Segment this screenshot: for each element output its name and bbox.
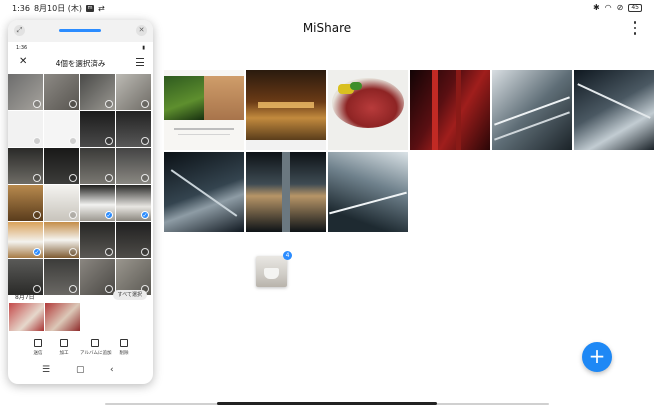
gallery-thumb[interactable] <box>8 185 43 221</box>
status-time: 1:36 <box>12 4 30 13</box>
gallery-thumb[interactable] <box>116 222 151 258</box>
share-icon <box>34 339 42 347</box>
gallery-thumb[interactable] <box>80 111 115 147</box>
photo-tile[interactable] <box>246 70 326 150</box>
gallery-grid: ✓ ✓ ✓ <box>8 74 153 303</box>
drag-thumbnail[interactable] <box>256 256 287 287</box>
select-checkbox-checked[interactable]: ✓ <box>105 211 113 219</box>
gallery-thumb[interactable] <box>80 148 115 184</box>
wifi-icon: ◠ <box>604 3 612 12</box>
gallery-thumb[interactable] <box>44 259 79 295</box>
add-button[interactable]: + <box>582 342 612 372</box>
photo-tile[interactable] <box>246 152 326 232</box>
expand-icon[interactable]: ⤢ <box>14 25 25 36</box>
drag-count-badge: 4 <box>283 251 292 260</box>
phone-nav-bar: ☰ ▢ ‹ <box>8 365 153 379</box>
floating-window-titlebar[interactable]: ⤢ ✕ <box>8 20 153 42</box>
phone-status-time: 1:36 <box>16 45 28 51</box>
edit-icon <box>60 339 68 347</box>
more-options-icon[interactable] <box>630 20 640 36</box>
photo-tile[interactable] <box>410 70 490 150</box>
gallery-thumb[interactable] <box>80 222 115 258</box>
bluetooth-icon: ✱ <box>592 3 600 12</box>
select-checkbox[interactable] <box>105 137 113 145</box>
floating-window[interactable]: ⤢ ✕ 1:36 ▮ ✕ 4個を選択済み ✓ ✓ ✓ 8月7日 すべて選択 送信… <box>8 20 153 384</box>
alarm-icon: ⊘ <box>616 3 624 12</box>
trash-icon <box>120 339 128 347</box>
gallery-thumb[interactable] <box>44 222 79 258</box>
sync-icon: ⇄ <box>98 4 105 13</box>
gallery-thumb[interactable] <box>9 303 44 331</box>
add-to-album-button[interactable]: アルバムに追加 <box>80 339 111 356</box>
photo-tile[interactable] <box>164 152 244 232</box>
select-checkbox[interactable] <box>33 137 41 145</box>
gallery-thumb[interactable] <box>8 148 43 184</box>
select-options-icon[interactable] <box>136 58 144 66</box>
delete-button[interactable]: 削除 <box>109 339 139 356</box>
selection-title: 4個を選択済み <box>55 59 106 68</box>
select-checkbox[interactable] <box>69 100 77 108</box>
select-checkbox[interactable] <box>69 285 77 293</box>
gallery-thumb[interactable]: ✓ <box>116 185 151 221</box>
select-checkbox[interactable] <box>105 285 113 293</box>
battery-indicator: 45 <box>628 3 642 12</box>
select-checkbox[interactable] <box>105 174 113 182</box>
gallery-thumb[interactable] <box>8 111 43 147</box>
select-checkbox[interactable] <box>69 174 77 182</box>
selection-actions: 送信 加工 アルバムに追加 削除 <box>8 339 153 359</box>
select-checkbox[interactable] <box>105 248 113 256</box>
select-checkbox[interactable] <box>33 174 41 182</box>
gallery-thumb[interactable] <box>44 74 79 110</box>
back-icon[interactable]: ‹ <box>110 365 114 375</box>
gallery-thumb[interactable] <box>80 74 115 110</box>
select-checkbox[interactable] <box>33 211 41 219</box>
phone-battery-icon: ▮ <box>142 45 145 51</box>
gallery-thumb[interactable] <box>8 74 43 110</box>
plus-icon: + <box>588 344 606 368</box>
select-checkbox[interactable] <box>141 248 149 256</box>
select-checkbox-checked[interactable]: ✓ <box>141 211 149 219</box>
gallery-thumb[interactable] <box>116 74 151 110</box>
photo-tile[interactable] <box>328 70 408 150</box>
select-all-button[interactable]: すべて選択 <box>112 290 147 300</box>
photo-tile[interactable] <box>574 70 654 150</box>
select-checkbox[interactable] <box>141 137 149 145</box>
select-checkbox[interactable] <box>141 174 149 182</box>
gallery-thumb[interactable]: ✓ <box>80 185 115 221</box>
select-checkbox-checked[interactable]: ✓ <box>33 248 41 256</box>
select-checkbox[interactable] <box>141 100 149 108</box>
gallery-thumb[interactable] <box>8 259 43 295</box>
section-date: 8月7日 <box>15 294 35 301</box>
gallery-thumb[interactable] <box>116 148 151 184</box>
phone-status-bar: 1:36 ▮ <box>8 43 153 53</box>
photo-tile[interactable] <box>492 70 572 150</box>
gallery-thumb[interactable]: ✓ <box>8 222 43 258</box>
gallery-thumb[interactable] <box>44 148 79 184</box>
gallery-thumb[interactable] <box>45 303 80 331</box>
drag-handle[interactable] <box>59 29 101 32</box>
gallery-thumb[interactable] <box>44 111 79 147</box>
select-checkbox[interactable] <box>69 248 77 256</box>
selection-toolbar: ✕ 4個を選択済み <box>8 54 153 72</box>
photo-tile[interactable] <box>328 152 408 232</box>
edit-button[interactable]: 加工 <box>49 339 79 356</box>
app-notification-icon: m <box>86 5 95 12</box>
close-icon[interactable]: ✕ <box>136 25 147 36</box>
status-bar: 1:36 8月10日 (木) m ⇄ ✱ ◠ ⊘ 45 <box>0 0 654 16</box>
select-checkbox[interactable] <box>69 137 77 145</box>
photo-tile[interactable] <box>164 70 244 150</box>
home-indicator[interactable] <box>217 402 437 405</box>
select-checkbox[interactable] <box>69 211 77 219</box>
home-icon[interactable]: ▢ <box>76 365 85 375</box>
gallery-thumb[interactable] <box>116 111 151 147</box>
select-checkbox[interactable] <box>33 100 41 108</box>
status-date: 8月10日 (木) <box>33 4 83 13</box>
gallery-thumb[interactable] <box>80 259 115 295</box>
gallery-thumb[interactable] <box>44 185 79 221</box>
album-add-icon <box>91 339 99 347</box>
select-checkbox[interactable] <box>105 100 113 108</box>
menu-icon[interactable]: ☰ <box>42 365 50 375</box>
